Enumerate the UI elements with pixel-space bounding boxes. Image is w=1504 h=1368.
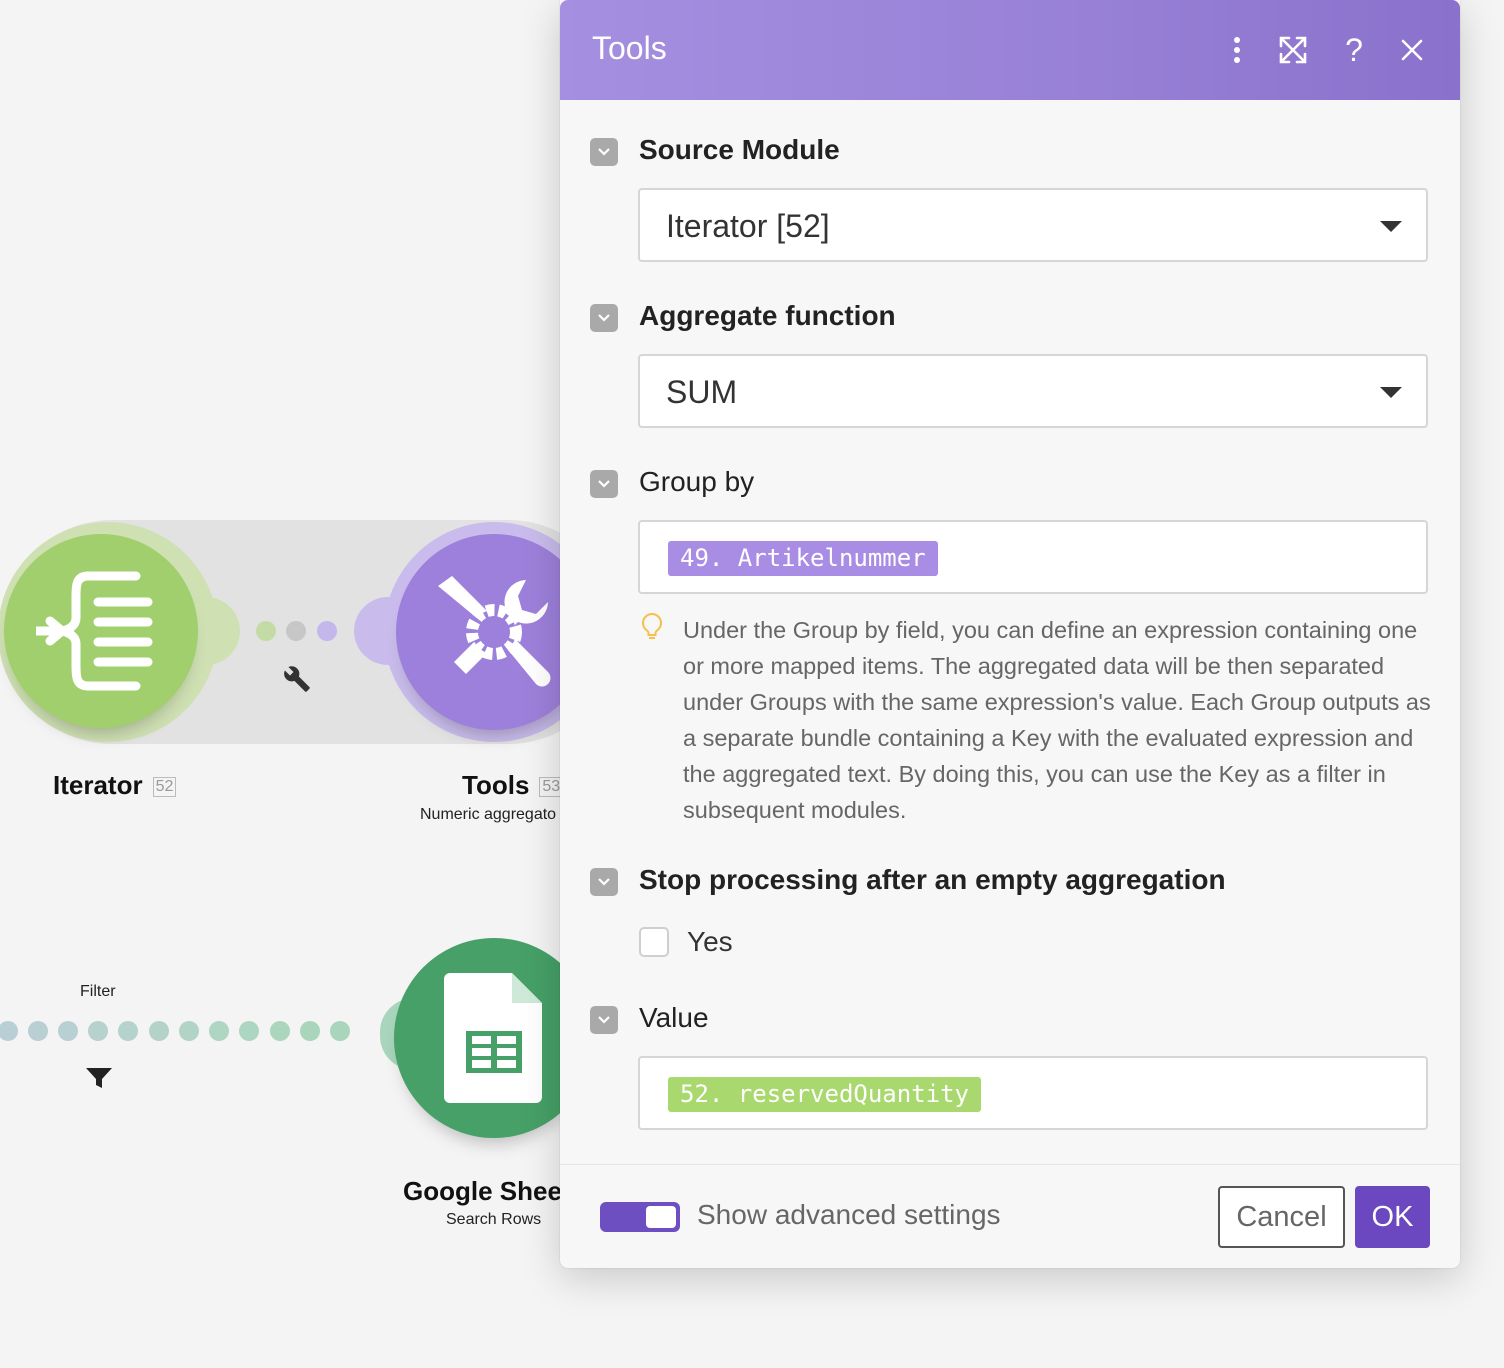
stop-processing-yes-label[interactable]: Yes bbox=[687, 926, 733, 958]
route-dot bbox=[179, 1021, 199, 1041]
group-by-label: Group by bbox=[639, 466, 755, 497]
filter-label: Filter bbox=[80, 983, 116, 1000]
module-settings-dialog: Tools ? Source Module Iterator [52] Aggr… bbox=[560, 0, 1460, 1268]
route-dot bbox=[209, 1021, 229, 1041]
collapse-group-by[interactable] bbox=[590, 470, 618, 498]
aggregate-function-value: SUM bbox=[666, 374, 738, 410]
chevron-down-icon bbox=[598, 314, 610, 322]
advanced-settings-toggle[interactable] bbox=[600, 1202, 680, 1232]
source-module-value: Iterator [52] bbox=[666, 208, 830, 244]
collapse-value[interactable] bbox=[590, 1006, 618, 1034]
tools-icon bbox=[438, 576, 551, 687]
collapse-source-module[interactable] bbox=[590, 138, 618, 166]
stop-processing-label: Stop processing after an empty aggregati… bbox=[639, 864, 1226, 895]
mapped-item-pill[interactable]: 52. reservedQuantity bbox=[668, 1077, 981, 1112]
cancel-button[interactable]: Cancel bbox=[1218, 1186, 1345, 1248]
caret-down-icon bbox=[1380, 387, 1402, 398]
filter-icon[interactable] bbox=[86, 1066, 112, 1094]
caret-down-icon bbox=[1380, 221, 1402, 232]
ok-button[interactable]: OK bbox=[1355, 1186, 1430, 1248]
toggle-knob bbox=[646, 1206, 676, 1228]
collapse-stop-processing[interactable] bbox=[590, 868, 618, 896]
source-module-select[interactable]: Iterator [52] bbox=[638, 188, 1428, 262]
route-dot bbox=[88, 1021, 108, 1041]
aggregate-function-label: Aggregate function bbox=[639, 300, 896, 331]
iterator-icon bbox=[36, 571, 153, 691]
route-dot bbox=[270, 1021, 290, 1041]
chevron-down-icon bbox=[598, 1016, 610, 1024]
close-icon[interactable] bbox=[1392, 30, 1432, 70]
route-dot bbox=[149, 1021, 169, 1041]
route-dot bbox=[256, 621, 276, 641]
route-dot bbox=[330, 1021, 350, 1041]
route-dot bbox=[0, 1021, 18, 1041]
gsheets-node-subtitle: Search Rows bbox=[446, 1211, 542, 1228]
iterator-node-id: 52 bbox=[152, 777, 177, 797]
lightbulb-icon bbox=[640, 612, 664, 646]
source-module-label: Source Module bbox=[639, 134, 840, 165]
route-dot bbox=[239, 1021, 259, 1041]
collapse-aggregate-function[interactable] bbox=[590, 304, 618, 332]
more-options-icon[interactable] bbox=[1217, 30, 1257, 70]
aggregate-function-select[interactable]: SUM bbox=[638, 354, 1428, 428]
route-dot bbox=[58, 1021, 78, 1041]
iterator-module-node[interactable] bbox=[4, 534, 198, 728]
tools-node-subtitle: Numeric aggregato bbox=[420, 806, 557, 823]
chevron-down-icon bbox=[598, 480, 610, 488]
google-sheets-icon bbox=[444, 973, 542, 1103]
dialog-header: Tools ? bbox=[560, 0, 1460, 100]
footer-divider bbox=[560, 1164, 1460, 1165]
group-by-input[interactable]: 49. Artikelnummer bbox=[638, 520, 1428, 594]
expand-icon[interactable] bbox=[1273, 30, 1313, 70]
chevron-down-icon bbox=[598, 878, 610, 886]
wrench-icon[interactable] bbox=[283, 665, 311, 697]
dialog-title: Tools bbox=[592, 30, 667, 66]
route-dot bbox=[28, 1021, 48, 1041]
gsheets-node-label: Google Shee bbox=[403, 1176, 562, 1206]
advanced-settings-label[interactable]: Show advanced settings bbox=[697, 1199, 1001, 1231]
help-icon[interactable]: ? bbox=[1334, 30, 1374, 70]
value-input[interactable]: 52. reservedQuantity bbox=[638, 1056, 1428, 1130]
chevron-down-icon bbox=[598, 148, 610, 156]
route-dot bbox=[300, 1021, 320, 1041]
tools-node-label: Tools 53 bbox=[462, 770, 564, 801]
stop-processing-checkbox[interactable] bbox=[639, 927, 669, 957]
mapped-item-pill[interactable]: 49. Artikelnummer bbox=[668, 541, 938, 576]
group-by-hint: Under the Group by field, you can define… bbox=[683, 617, 1431, 823]
route-dot bbox=[317, 621, 337, 641]
route-dot bbox=[118, 1021, 138, 1041]
iterator-node-label: Iterator 52 bbox=[53, 770, 177, 801]
route-dot bbox=[286, 621, 306, 641]
value-label: Value bbox=[639, 1002, 709, 1033]
